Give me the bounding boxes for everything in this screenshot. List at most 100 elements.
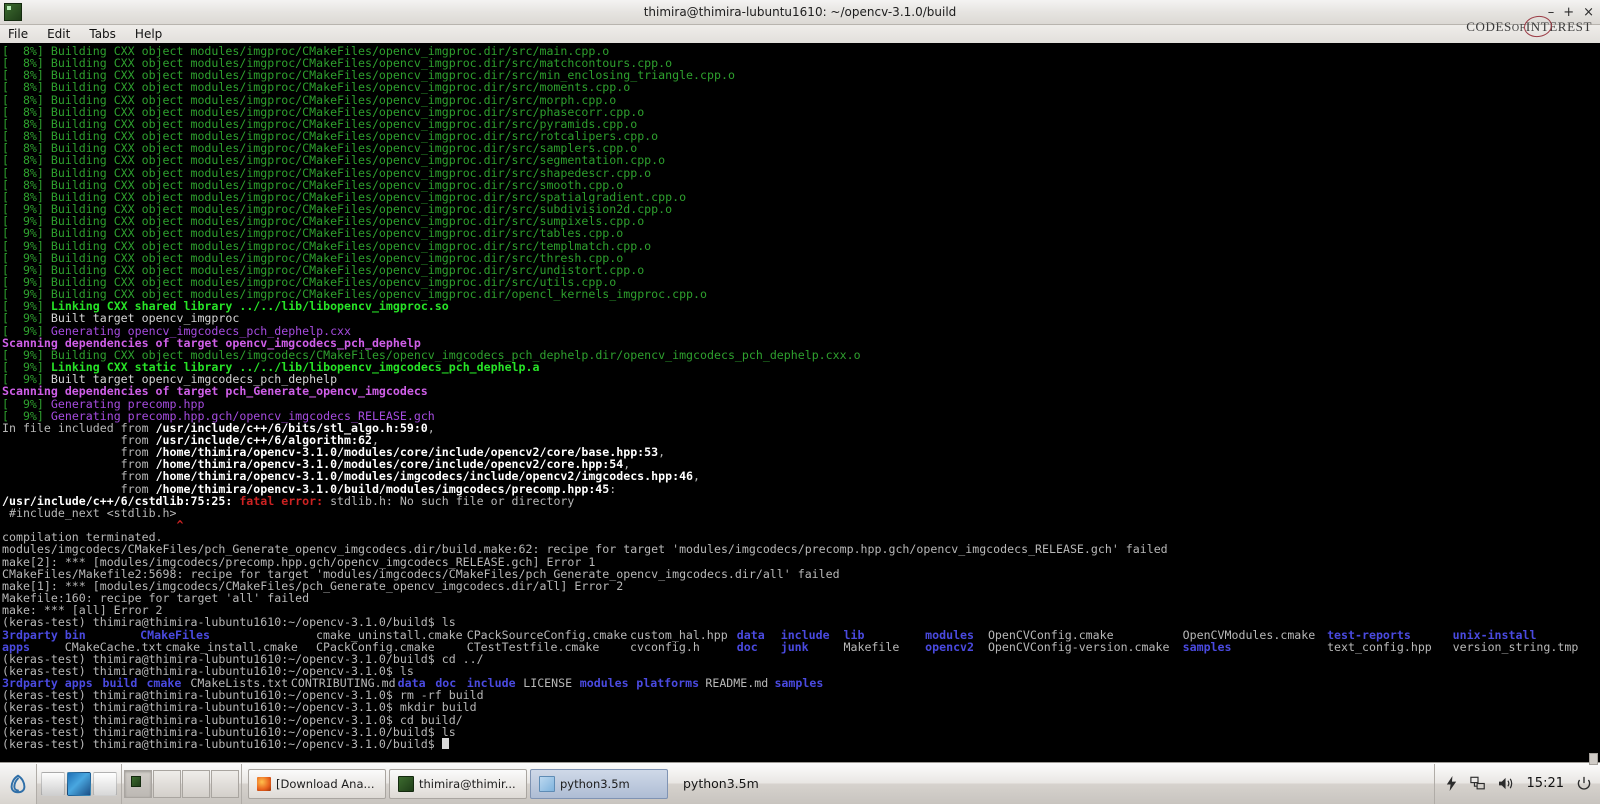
ls-entry: test-reports [1327, 627, 1411, 642]
system-tray[interactable]: 15:21 [1433, 753, 1600, 804]
ls-entry: version_string.tmp [1452, 639, 1579, 654]
ls-entry: modules [579, 676, 629, 691]
desktop-4[interactable] [211, 769, 239, 798]
terminal-icon [4, 3, 22, 21]
minimize-button[interactable]: – [1548, 6, 1555, 19]
text-editor-icon[interactable] [93, 771, 117, 796]
lightning-bolt-icon[interactable] [1445, 776, 1458, 791]
terminal-text: ^ [176, 518, 184, 533]
menu-item-edit[interactable]: Edit [45, 27, 72, 41]
task-list[interactable]: [Download Ana... thimira@thimir... pytho… [242, 764, 1434, 804]
terminal-window: thimira@thimira-lubuntu1610: ~/opencv-3.… [0, 0, 1600, 762]
ls-entry: Makefile [843, 639, 900, 654]
ls-entry: CMakeCache.txt [64, 639, 163, 654]
text-cursor [441, 737, 449, 749]
menu-item-file[interactable]: File [6, 27, 30, 41]
task-label: thimira@thimir... [419, 776, 516, 791]
terminal-text: (keras-test) thimira@thimira-lubuntu1610… [2, 736, 442, 751]
window-thumbnail [131, 775, 141, 787]
terminal-line: 3rdparty apps build cmake CMakeLists.txt CONT… [2, 677, 1600, 689]
task-button-python[interactable]: python3.5m [530, 768, 668, 799]
ls-entry: platforms [636, 676, 700, 691]
ls-entry: doc [435, 676, 457, 691]
terminal-output[interactable]: [ 8%] Building CXX object modules/imgpro… [0, 43, 1600, 762]
ls-entry: cmake_install.cmake [165, 639, 298, 654]
task-button-terminal[interactable]: thimira@thimir... [389, 768, 527, 799]
ls-entry: OpenCVConfig.cmake [987, 627, 1114, 642]
ls-entry: CTestTestfile.cmake [466, 639, 600, 654]
task-label: python3.5m [560, 776, 630, 791]
desktop-1[interactable] [124, 769, 152, 798]
ls-entry: 3rdparty [2, 676, 58, 691]
menu-item-help[interactable]: Help [133, 27, 164, 41]
terminal-line: Scanning dependencies of target pch_Gene… [2, 385, 1600, 397]
ls-entry: apps [64, 676, 93, 691]
launcher-bar[interactable] [37, 763, 122, 804]
ls-entry: custom_hal.hpp [630, 627, 728, 642]
power-button-icon[interactable] [1576, 776, 1592, 792]
ls-entry: unix-install [1452, 627, 1537, 642]
maximize-button[interactable]: + [1563, 6, 1574, 19]
ls-entry: include [780, 627, 830, 642]
desktop-2[interactable] [153, 769, 181, 798]
ls-entry: README.md [705, 676, 769, 691]
volume-icon[interactable] [1498, 776, 1515, 791]
ls-entry: data [397, 676, 426, 691]
terminal-line: /usr/include/c++/6/cstdlib:75:25: fatal … [2, 495, 1600, 507]
window-titlebar[interactable]: thimira@thimira-lubuntu1610: ~/opencv-3.… [0, 0, 1600, 25]
ls-entry: modules [925, 627, 975, 642]
web-browser-icon[interactable] [67, 771, 91, 796]
firefox-icon [257, 776, 271, 791]
menu-item-tabs[interactable]: Tabs [87, 27, 118, 41]
terminal-line: #include_next <stdlib.h> [2, 507, 1600, 519]
file-manager-icon[interactable] [41, 771, 65, 796]
terminal-text: stdlib.h: No such file or directory [330, 493, 575, 508]
ls-entry: CPackSourceConfig.cmake [466, 627, 628, 642]
close-button[interactable]: × [1583, 6, 1594, 19]
workspace-pager[interactable] [122, 763, 242, 804]
ls-entry: CONTRIBUTING.md [290, 676, 396, 691]
terminal-text: , [658, 445, 666, 460]
ls-entry: text_config.hpp [1327, 639, 1432, 654]
window-controls[interactable]: – + × [1548, 0, 1594, 24]
ls-entry: apps [2, 639, 30, 654]
ls-entry: include [466, 676, 516, 691]
terminal-icon [398, 775, 414, 792]
menu-bar[interactable]: File Edit Tabs Help [0, 25, 1600, 44]
terminal-line: apps CMakeCache.txt cmake_install.cmake CPa… [2, 639, 1600, 654]
terminal-line: (keras-test) thimira@thimira-lubuntu1610… [2, 738, 1600, 750]
taskbar[interactable]: [Download Ana... thimira@thimir... pytho… [0, 753, 1600, 804]
ls-entry: LICENSE [523, 676, 573, 691]
lubuntu-menu-icon[interactable] [0, 763, 37, 804]
ls-entry: OpenCVModules.cmake [1182, 627, 1316, 642]
ls-entry: lib [843, 627, 865, 642]
terminal-line: (keras-test) thimira@thimira-lubuntu1610… [2, 616, 1600, 628]
terminal-text: , [693, 469, 701, 484]
ls-entry: 3rdparty [2, 627, 58, 642]
ls-entry: samples [1182, 639, 1232, 654]
ls-entry: doc [736, 639, 758, 654]
ls-entry: junk [780, 639, 809, 654]
ls-entry: CMakeFiles [140, 627, 210, 642]
terminal-line: 3rdparty bin CMakeFiles cmake_uninstall.cma… [2, 627, 1600, 642]
clock[interactable]: 15:21 [1527, 776, 1564, 791]
terminal-text: fatal error: [239, 493, 331, 508]
window-title: thimira@thimira-lubuntu1610: ~/opencv-3.… [643, 5, 957, 19]
task-label: [Download Ana... [276, 776, 375, 791]
ls-entry: bin [64, 627, 86, 642]
ls-entry: cmake_uninstall.cmake [316, 627, 463, 642]
terminal-line: ^ [2, 519, 1600, 531]
ls-entry: CMakeLists.txt [190, 676, 289, 691]
ls-entry: opencv2 [925, 639, 975, 654]
ls-entry: cvconfig.h [630, 639, 700, 654]
desktop-3[interactable] [182, 769, 210, 798]
ls-entry: OpenCVConfig-version.cmake [987, 639, 1170, 654]
tray-scroll-handle[interactable] [1589, 753, 1598, 765]
terminal-line: Makefile:160: recipe for target 'all' fa… [2, 592, 1600, 604]
terminal-text: : [609, 481, 617, 496]
task-button-python-extra[interactable]: python3.5m [671, 764, 771, 804]
network-icon[interactable] [1469, 776, 1486, 791]
ls-entry: cmake [146, 676, 182, 691]
task-button-firefox[interactable]: [Download Ana... [248, 768, 386, 799]
ls-entry: data [736, 627, 765, 642]
